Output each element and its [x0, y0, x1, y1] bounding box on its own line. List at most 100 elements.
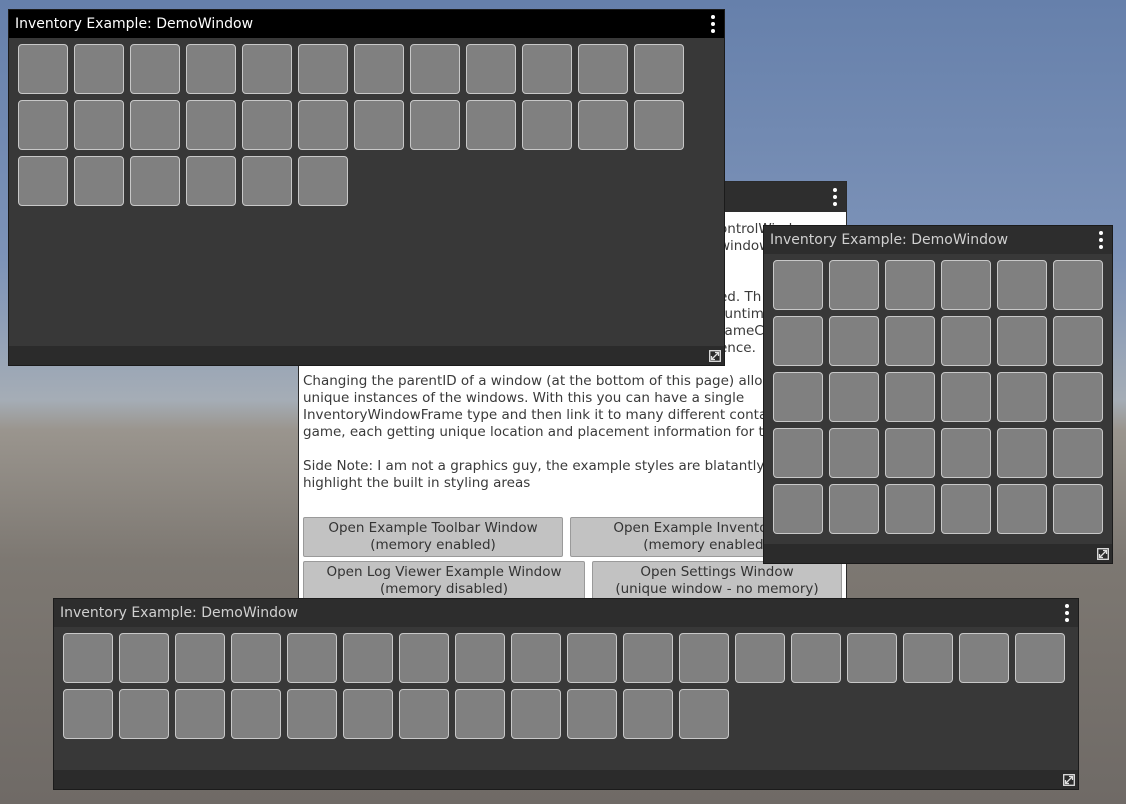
inventory-slot[interactable]: [623, 633, 673, 683]
kebab-menu-icon[interactable]: [1062, 604, 1072, 622]
open-toolbar-window-button[interactable]: Open Example Toolbar Window (memory enab…: [303, 517, 563, 557]
inventory-slot[interactable]: [466, 100, 516, 150]
inventory-slot[interactable]: [567, 633, 617, 683]
inventory-slot[interactable]: [773, 372, 823, 422]
inventory-slot[interactable]: [410, 100, 460, 150]
inventory-slot[interactable]: [74, 100, 124, 150]
inventory-slot[interactable]: [522, 44, 572, 94]
inventory-slot[interactable]: [242, 100, 292, 150]
inventory-slot[interactable]: [18, 156, 68, 206]
inventory-slot[interactable]: [63, 633, 113, 683]
kebab-menu-icon[interactable]: [708, 15, 718, 33]
inventory-slot[interactable]: [175, 689, 225, 739]
inventory-slot[interactable]: [343, 689, 393, 739]
inventory-slot[interactable]: [18, 44, 68, 94]
inventory-slot[interactable]: [773, 260, 823, 310]
inventory-slot[interactable]: [130, 156, 180, 206]
inventory-slot[interactable]: [399, 689, 449, 739]
inventory-slot[interactable]: [298, 44, 348, 94]
inventory-slot[interactable]: [941, 428, 991, 478]
inventory-slot[interactable]: [130, 44, 180, 94]
inventory-slot[interactable]: [578, 44, 628, 94]
inventory-slot[interactable]: [119, 689, 169, 739]
inventory-slot[interactable]: [773, 428, 823, 478]
inventory-slot[interactable]: [455, 689, 505, 739]
inventory-slot[interactable]: [829, 484, 879, 534]
inventory-slot[interactable]: [829, 316, 879, 366]
inventory-slot[interactable]: [829, 428, 879, 478]
inventory-slot[interactable]: [791, 633, 841, 683]
inventory-slot[interactable]: [298, 156, 348, 206]
inventory-slot[interactable]: [354, 100, 404, 150]
inventory-slot[interactable]: [343, 633, 393, 683]
inventory-slot[interactable]: [941, 372, 991, 422]
window-titlebar[interactable]: Inventory Example: DemoWindow: [9, 10, 724, 38]
inventory-slot[interactable]: [941, 260, 991, 310]
inventory-slot[interactable]: [455, 633, 505, 683]
inventory-slot[interactable]: [941, 484, 991, 534]
inventory-slot[interactable]: [567, 689, 617, 739]
resize-expand-icon[interactable]: [1097, 548, 1109, 560]
inventory-slot[interactable]: [903, 633, 953, 683]
window-titlebar[interactable]: Inventory Example: DemoWindow: [54, 599, 1078, 627]
inventory-slot[interactable]: [399, 633, 449, 683]
inventory-slot[interactable]: [1053, 260, 1103, 310]
inventory-slot[interactable]: [354, 44, 404, 94]
inventory-slot[interactable]: [18, 100, 68, 150]
inventory-slot[interactable]: [63, 689, 113, 739]
inventory-slot[interactable]: [623, 689, 673, 739]
inventory-slot[interactable]: [287, 633, 337, 683]
inventory-slot[interactable]: [410, 44, 460, 94]
open-settings-window-button[interactable]: Open Settings Window (unique window - no…: [592, 561, 842, 600]
inventory-slot[interactable]: [959, 633, 1009, 683]
inventory-slot[interactable]: [242, 156, 292, 206]
inventory-slot[interactable]: [186, 44, 236, 94]
inventory-slot[interactable]: [74, 44, 124, 94]
inventory-slot[interactable]: [997, 316, 1047, 366]
inventory-slot[interactable]: [885, 484, 935, 534]
inventory-slot[interactable]: [242, 44, 292, 94]
resize-expand-icon[interactable]: [709, 350, 721, 362]
inventory-slot[interactable]: [298, 100, 348, 150]
inventory-slot[interactable]: [119, 633, 169, 683]
inventory-slot[interactable]: [997, 260, 1047, 310]
inventory-slot[interactable]: [941, 316, 991, 366]
inventory-slot[interactable]: [74, 156, 124, 206]
inventory-slot[interactable]: [885, 260, 935, 310]
inventory-slot[interactable]: [186, 156, 236, 206]
inventory-slot[interactable]: [997, 372, 1047, 422]
inventory-slot[interactable]: [735, 633, 785, 683]
inventory-slot[interactable]: [522, 100, 572, 150]
inventory-slot[interactable]: [829, 372, 879, 422]
inventory-slot[interactable]: [466, 44, 516, 94]
inventory-slot[interactable]: [186, 100, 236, 150]
inventory-slot[interactable]: [511, 689, 561, 739]
inventory-slot[interactable]: [287, 689, 337, 739]
inventory-slot[interactable]: [1053, 484, 1103, 534]
inventory-slot[interactable]: [634, 100, 684, 150]
inventory-slot[interactable]: [130, 100, 180, 150]
kebab-menu-icon[interactable]: [830, 188, 840, 206]
inventory-slot[interactable]: [885, 316, 935, 366]
inventory-slot[interactable]: [885, 428, 935, 478]
inventory-slot[interactable]: [511, 633, 561, 683]
inventory-slot[interactable]: [1053, 428, 1103, 478]
inventory-slot[interactable]: [231, 633, 281, 683]
inventory-slot[interactable]: [634, 44, 684, 94]
kebab-menu-icon[interactable]: [1096, 231, 1106, 249]
inventory-slot[interactable]: [1015, 633, 1065, 683]
inventory-slot[interactable]: [773, 484, 823, 534]
window-titlebar[interactable]: Inventory Example: DemoWindow: [764, 226, 1112, 254]
inventory-slot[interactable]: [231, 689, 281, 739]
inventory-slot[interactable]: [1053, 372, 1103, 422]
inventory-slot[interactable]: [885, 372, 935, 422]
inventory-slot[interactable]: [847, 633, 897, 683]
inventory-slot[interactable]: [679, 633, 729, 683]
inventory-slot[interactable]: [1053, 316, 1103, 366]
inventory-slot[interactable]: [997, 428, 1047, 478]
inventory-slot[interactable]: [997, 484, 1047, 534]
open-log-viewer-button[interactable]: Open Log Viewer Example Window (memory d…: [303, 561, 585, 600]
inventory-slot[interactable]: [773, 316, 823, 366]
inventory-slot[interactable]: [175, 633, 225, 683]
inventory-slot[interactable]: [578, 100, 628, 150]
